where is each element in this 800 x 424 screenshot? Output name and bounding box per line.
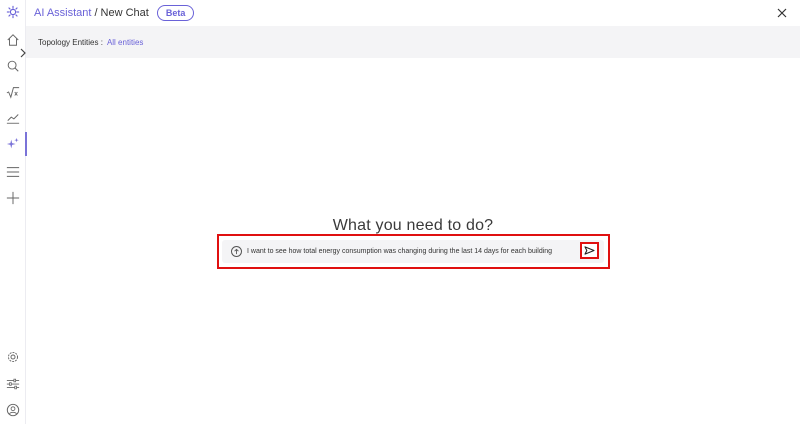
send-button[interactable] [580, 242, 599, 259]
topology-label: Topology Entities : [38, 37, 103, 47]
trend-line-icon[interactable] [4, 109, 22, 127]
sqrt-icon[interactable] [4, 83, 22, 101]
left-rail [0, 0, 26, 424]
header: AI Assistant / New Chat Beta [26, 0, 800, 26]
send-icon [584, 246, 595, 255]
topology-bar: Topology Entities : All entities [26, 26, 800, 58]
sparkles-icon[interactable] [4, 135, 22, 153]
breadcrumb-ai-assistant[interactable]: AI Assistant [34, 7, 91, 19]
sliders-icon[interactable] [4, 375, 22, 393]
breadcrumb-separator: / [94, 7, 98, 19]
app-logo-icon[interactable] [4, 3, 22, 21]
active-indicator [25, 132, 27, 156]
beta-badge: Beta [156, 5, 195, 21]
arrow-up-circle-icon [231, 246, 242, 257]
prompt-text: I want to see how total energy consumpti… [247, 248, 553, 255]
close-icon[interactable] [774, 5, 790, 21]
prompt-heading: What you need to do? [332, 217, 494, 234]
settings-icon[interactable] [4, 348, 22, 366]
page-title: New Chat [100, 7, 149, 19]
search-icon[interactable] [4, 57, 22, 75]
user-circle-icon[interactable] [4, 401, 22, 419]
hamburger-icon[interactable] [4, 163, 22, 181]
prompt-input[interactable]: I want to see how total energy consumpti… [222, 240, 604, 263]
plus-icon[interactable] [4, 189, 22, 207]
topology-entities-link[interactable]: All entities [107, 38, 143, 47]
